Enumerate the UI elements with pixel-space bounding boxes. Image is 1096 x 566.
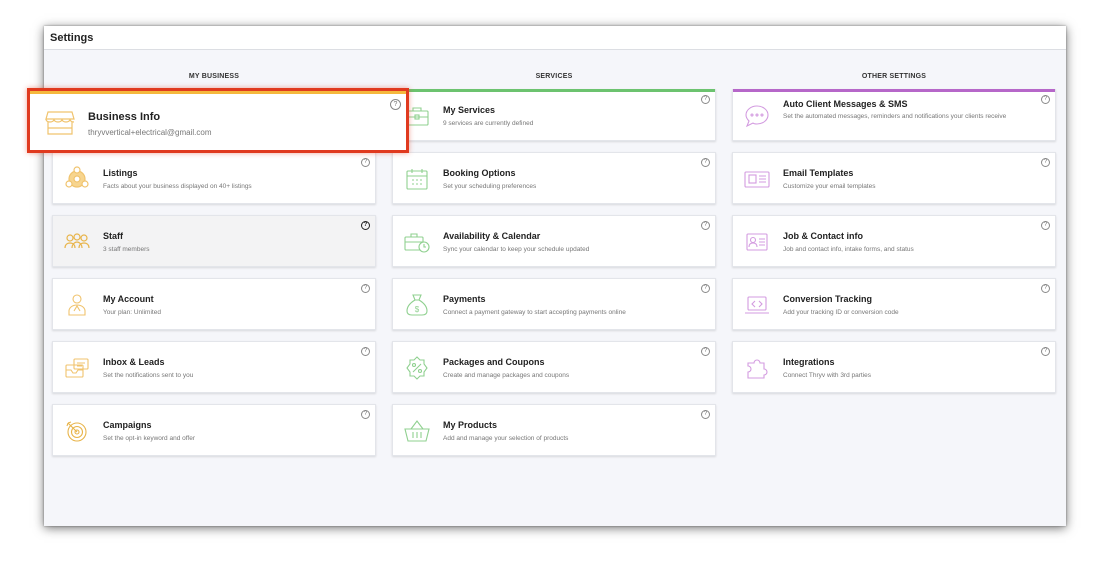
svg-text:$: $: [415, 305, 420, 314]
card-title: Job & Contact info: [783, 231, 863, 241]
card-title: Email Templates: [783, 168, 854, 178]
help-icon[interactable]: ?: [1041, 158, 1050, 167]
help-icon[interactable]: ?: [361, 158, 370, 167]
page-title: Settings: [44, 26, 1066, 50]
card-business-info[interactable]: Business Info thryvvertical+electrical@g…: [27, 88, 409, 153]
my-business-accent-bar: [30, 91, 406, 94]
card-my-services[interactable]: My Services 9 services are currently def…: [392, 89, 716, 141]
help-icon[interactable]: ?: [361, 284, 370, 293]
briefcase-clock-icon: [403, 228, 431, 256]
card-payments[interactable]: $ Payments Connect a payment gateway to …: [392, 278, 716, 330]
card-title: Availability & Calendar: [443, 231, 541, 241]
card-campaigns[interactable]: Campaigns Set the opt-in keyword and off…: [52, 404, 376, 456]
card-title: Booking Options: [443, 168, 516, 178]
card-description: Connect Thryv with 3rd parties: [783, 372, 872, 379]
card-description: Set the opt-in keyword and offer: [103, 435, 196, 442]
puzzle-icon: [743, 354, 771, 382]
staff-icon: [63, 228, 91, 256]
money-bag-icon: $: [403, 291, 431, 319]
card-conversion-tracking[interactable]: Conversion Tracking Add your tracking ID…: [732, 278, 1056, 330]
help-icon[interactable]: ?: [361, 347, 370, 356]
card-title: Staff: [103, 231, 123, 241]
newsletter-icon: [743, 165, 771, 193]
card-my-products[interactable]: My Products Add and manage your selectio…: [392, 404, 716, 456]
card-description: Add your tracking ID or conversion code: [783, 309, 899, 316]
contact-card-icon: [743, 228, 771, 256]
help-icon[interactable]: ?: [1041, 284, 1050, 293]
basket-icon: [403, 417, 431, 445]
card-description: Set your scheduling preferences: [443, 183, 537, 190]
column-header-other-settings: OTHER SETTINGS: [861, 73, 927, 80]
card-inbox-leads[interactable]: Inbox & Leads Set the notifications sent…: [52, 341, 376, 393]
coupon-icon: [403, 354, 431, 382]
card-title: Integrations: [783, 357, 835, 367]
help-icon[interactable]: ?: [1041, 347, 1050, 356]
card-auto-client-messages[interactable]: Auto Client Messages & SMS Set the autom…: [732, 89, 1056, 141]
code-laptop-icon: [743, 291, 771, 319]
help-icon[interactable]: ?: [361, 410, 370, 419]
card-description: Sync your calendar to keep your schedule…: [443, 246, 590, 253]
other-accent-bar: [733, 89, 1055, 92]
card-availability-calendar[interactable]: Availability & Calendar Sync your calend…: [392, 215, 716, 267]
target-icon: [63, 417, 91, 445]
card-title: Conversion Tracking: [783, 294, 873, 304]
card-integrations[interactable]: Integrations Connect Thryv with 3rd part…: [732, 341, 1056, 393]
listings-icon: [63, 165, 91, 193]
card-description: Add and manage your selection of product…: [443, 435, 569, 442]
help-icon[interactable]: ?: [390, 99, 401, 110]
card-listings[interactable]: Listings Facts about your business displ…: [52, 152, 376, 204]
inbox-icon: [63, 354, 91, 382]
card-title: Packages and Coupons: [443, 357, 545, 367]
card-title: My Products: [443, 420, 498, 430]
help-icon[interactable]: ?: [701, 158, 710, 167]
card-description: 3 staff members: [103, 246, 150, 253]
column-header-services: SERVICES: [535, 73, 573, 80]
account-icon: [63, 291, 91, 319]
services-accent-bar: [393, 89, 715, 92]
help-icon[interactable]: ?: [701, 95, 710, 104]
card-title: Payments: [443, 294, 486, 304]
card-description: Facts about your business displayed on 4…: [103, 183, 252, 190]
card-job-contact-info[interactable]: Job & Contact info Job and contact info,…: [732, 215, 1056, 267]
help-icon[interactable]: ?: [701, 221, 710, 230]
card-description: Set the notifications sent to you: [103, 372, 194, 379]
card-packages-coupons[interactable]: Packages and Coupons Create and manage p…: [392, 341, 716, 393]
card-my-account[interactable]: My Account Your plan: Unlimited ?: [52, 278, 376, 330]
card-title: My Services: [443, 105, 496, 115]
calendar-icon: [403, 165, 431, 193]
card-title: Auto Client Messages & SMS: [783, 99, 908, 109]
card-description: Your plan: Unlimited: [103, 309, 161, 316]
card-title: My Account: [103, 294, 154, 304]
card-description: Create and manage packages and coupons: [443, 372, 570, 379]
help-icon[interactable]: ?: [701, 347, 710, 356]
card-description: Connect a payment gateway to start accep…: [443, 309, 626, 316]
help-icon[interactable]: ?: [701, 284, 710, 293]
card-title: Inbox & Leads: [103, 357, 165, 367]
chat-bubble-icon: [743, 102, 771, 130]
help-icon[interactable]: ?: [701, 410, 710, 419]
card-description: Set the automated messages, reminders an…: [783, 113, 1007, 120]
card-description: 9 services are currently defined: [443, 120, 534, 127]
card-title: Listings: [103, 168, 138, 178]
help-icon[interactable]: ?: [361, 221, 370, 230]
card-description: Customize your email templates: [783, 183, 876, 190]
column-header-my-business: MY BUSINESS: [188, 73, 240, 80]
card-booking-options[interactable]: Booking Options Set your scheduling pref…: [392, 152, 716, 204]
card-description: thryvvertical+electrical@gmail.com: [88, 128, 212, 137]
storefront-icon: [44, 106, 76, 138]
help-icon[interactable]: ?: [1041, 221, 1050, 230]
card-description: Job and contact info, intake forms, and …: [783, 246, 914, 253]
card-title: Business Info: [88, 111, 161, 123]
card-email-templates[interactable]: Email Templates Customize your email tem…: [732, 152, 1056, 204]
help-icon[interactable]: ?: [1041, 95, 1050, 104]
card-title: Campaigns: [103, 420, 152, 430]
card-staff[interactable]: Staff 3 staff members ?: [52, 215, 376, 267]
